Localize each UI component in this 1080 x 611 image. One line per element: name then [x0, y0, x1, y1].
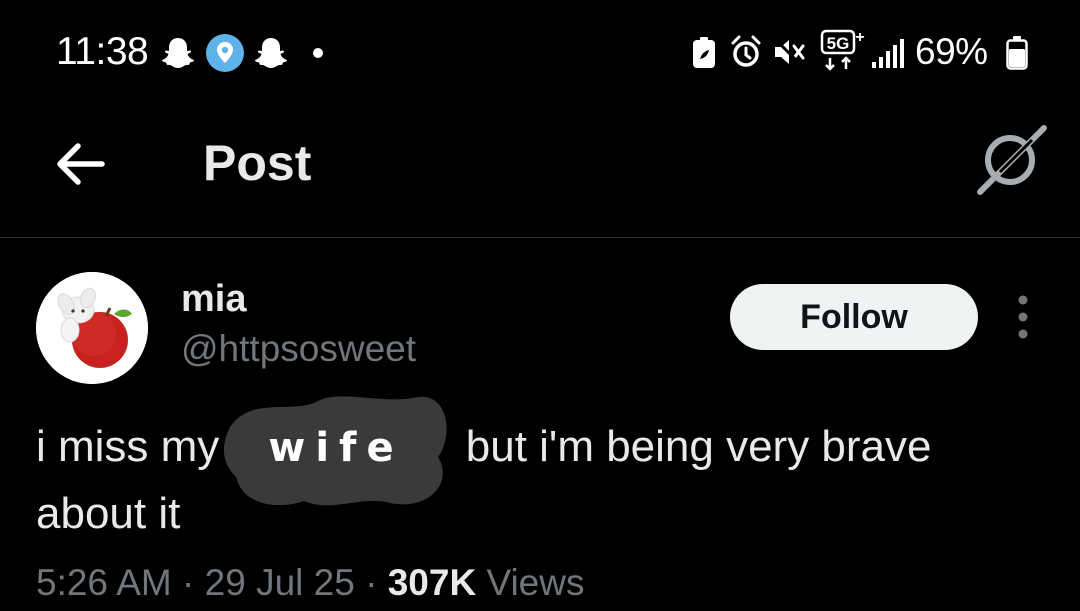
top-app-bar: Post — [0, 100, 1080, 238]
5g-icon: 5G + — [820, 29, 865, 71]
meta-separator: · — [182, 562, 195, 603]
views-label[interactable]: Views — [486, 562, 584, 603]
post: mia @httpsosweet Follow i miss my wife b… — [0, 238, 1080, 611]
avatar[interactable] — [36, 272, 148, 384]
battery-saver-icon — [693, 37, 715, 68]
location-icon — [206, 34, 244, 72]
author-handle[interactable]: @httpsosweet — [181, 328, 416, 370]
avatar-image — [36, 272, 148, 384]
svg-text:wife: wife — [268, 425, 403, 471]
page-title: Post — [203, 135, 312, 191]
signal-icon — [872, 39, 904, 68]
snapchat-icon — [255, 38, 287, 68]
battery-icon — [1006, 36, 1028, 70]
post-time: 5:26 AM — [36, 562, 172, 603]
grok-button[interactable] — [972, 122, 1048, 198]
scribble-shape: wife — [223, 396, 447, 506]
follow-button[interactable]: Follow — [730, 284, 978, 350]
more-vertical-icon — [1018, 295, 1028, 339]
notification-dot-icon — [313, 48, 323, 58]
back-button[interactable] — [48, 132, 112, 196]
battery-percent: 69% — [915, 31, 988, 72]
svg-text:+: + — [855, 29, 864, 46]
post-meta: 5:26 AM · 29 Jul 25 · 307K Views — [36, 562, 584, 604]
mute-icon — [772, 36, 805, 68]
post-text-before: i miss my — [36, 422, 232, 471]
grok-icon — [977, 125, 1047, 195]
alarm-icon — [731, 35, 761, 67]
status-bar: 11:38 5G + 69% — [0, 0, 1080, 100]
post-text: i miss my wife but i'm being very brave … — [36, 396, 1046, 547]
author-name[interactable]: mia — [181, 278, 246, 321]
scribble-overlay: wife — [223, 396, 454, 506]
arrow-left-icon — [57, 143, 105, 185]
status-time: 11:38 — [56, 30, 149, 73]
snapchat-icon — [162, 38, 194, 68]
post-date: 29 Jul 25 — [204, 562, 355, 603]
more-options-button[interactable] — [1008, 294, 1038, 340]
meta-separator: · — [365, 562, 378, 603]
views-count[interactable]: 307K — [388, 562, 476, 603]
svg-text:5G: 5G — [827, 34, 850, 53]
